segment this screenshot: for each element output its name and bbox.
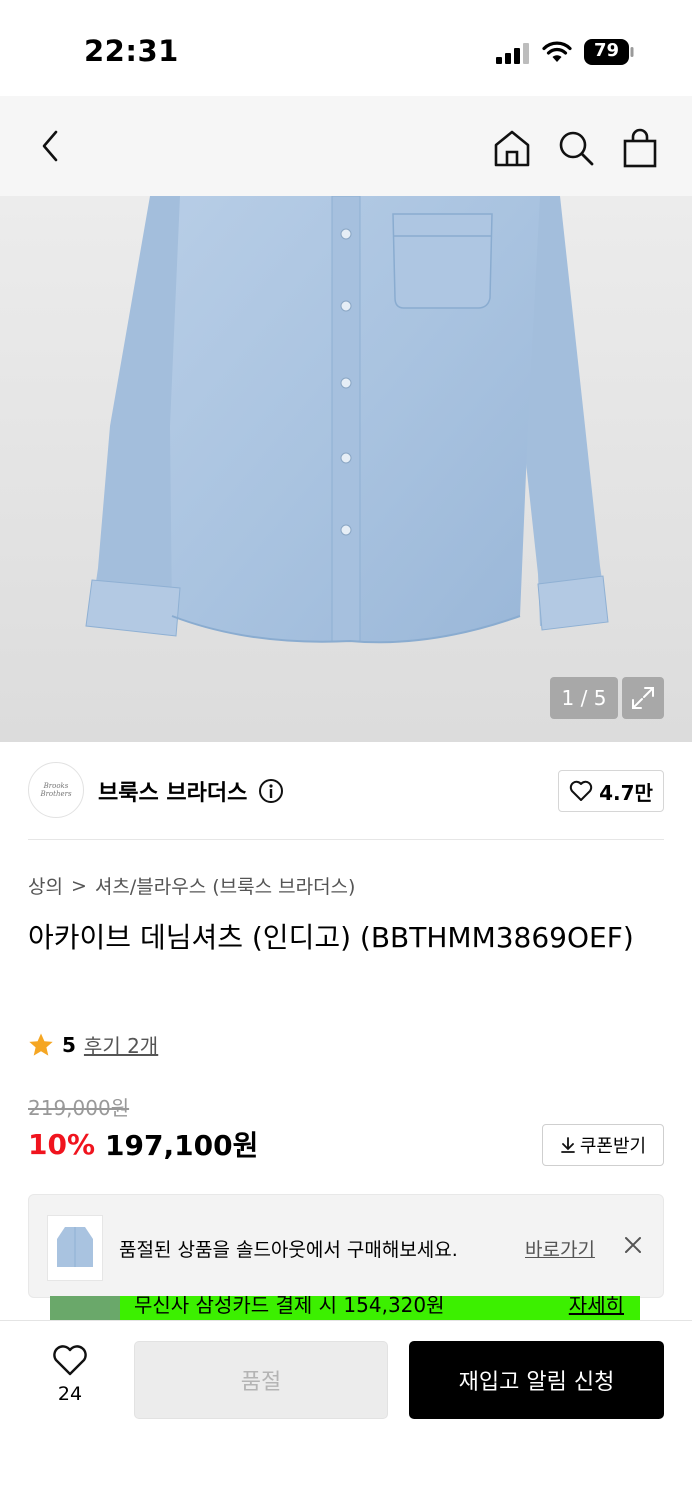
home-icon[interactable]: [490, 126, 534, 170]
status-bar: 22:31 79: [0, 0, 692, 96]
battery-level: 79: [593, 40, 620, 61]
breadcrumb: 상의 > 셔츠/블라우스 (브룩스 브라더스): [28, 872, 355, 899]
rating-row: 5 후기 2개: [28, 1030, 158, 1059]
heart-icon: [53, 1345, 87, 1376]
search-icon[interactable]: [554, 126, 598, 170]
coupon-label: 쿠폰받기: [579, 1136, 647, 1157]
banner-thumbnail: [47, 1215, 103, 1281]
bottom-action-bar: 24 품절 재입고 알림 신청: [0, 1320, 692, 1500]
expand-icon: [632, 687, 654, 709]
brand-row: Brooks Brothers 브룩스 브라더스 4.7만: [28, 742, 664, 840]
wishlist-count: 24: [57, 1383, 83, 1405]
rating-value: 5: [62, 1032, 76, 1057]
sale-price: 197,100원: [105, 1129, 259, 1162]
chevron-right-icon: >: [70, 874, 87, 897]
denim-shirt-illustration: [0, 196, 692, 742]
banner-shortcut-link[interactable]: 바로가기: [525, 1235, 595, 1262]
top-navigation: [0, 96, 692, 196]
brand-logo[interactable]: Brooks Brothers: [28, 762, 84, 818]
card-promo-thumbnail: [50, 1296, 120, 1320]
breadcrumb-subcategory[interactable]: 셔츠/블라우스 (브룩스 브라더스): [95, 872, 356, 899]
heart-icon: [569, 780, 593, 801]
battery-icon: 79: [584, 39, 634, 65]
discount-rate: 10%: [28, 1127, 96, 1161]
close-icon[interactable]: [621, 1233, 645, 1257]
original-price: 219,000원: [28, 1096, 130, 1120]
review-link[interactable]: 후기 2개: [84, 1030, 158, 1059]
brand-name[interactable]: 브룩스 브라더스: [98, 775, 247, 807]
expand-image-button[interactable]: [622, 677, 664, 719]
wishlist-button[interactable]: 24: [40, 1345, 100, 1415]
banner-text: 품절된 상품을 솔드아웃에서 구매해보세요.: [119, 1239, 458, 1261]
cellular-signal-icon: [496, 43, 529, 64]
breadcrumb-category[interactable]: 상의: [28, 872, 63, 899]
soldout-banner: 품절된 상품을 솔드아웃에서 구매해보세요. 바로가기: [28, 1194, 664, 1298]
download-icon: [560, 1137, 575, 1153]
brand-logo-text: Brooks Brothers: [40, 781, 72, 798]
shopping-bag-icon[interactable]: [618, 126, 662, 170]
card-promo-text: 무신사 삼성카드 결제 시 154,320원: [134, 1296, 445, 1317]
card-promo-banner[interactable]: 무신사 삼성카드 결제 시 154,320원 자세히: [50, 1296, 640, 1320]
soldout-button: 품절: [134, 1341, 388, 1419]
brand-like-count: 4.7만: [599, 780, 653, 805]
back-icon[interactable]: [28, 124, 72, 168]
restock-alert-button[interactable]: 재입고 알림 신청: [409, 1341, 664, 1419]
product-title: 아카이브 데님셔츠 (인디고) (BBTHMM3869OEF): [28, 921, 634, 954]
coupon-button[interactable]: 쿠폰받기: [542, 1124, 664, 1166]
info-icon[interactable]: [258, 778, 284, 804]
status-time: 22:31: [84, 34, 179, 68]
image-counter: 1 / 5: [550, 677, 618, 719]
shirt-thumbnail-icon: [57, 1227, 93, 1267]
card-promo-link[interactable]: 자세히: [569, 1296, 624, 1318]
star-icon: [29, 1033, 53, 1056]
brand-like-button[interactable]: 4.7만: [558, 770, 664, 812]
product-image[interactable]: [0, 196, 692, 742]
price-row: 10% 197,100원: [28, 1124, 258, 1164]
wifi-icon: [542, 41, 572, 62]
